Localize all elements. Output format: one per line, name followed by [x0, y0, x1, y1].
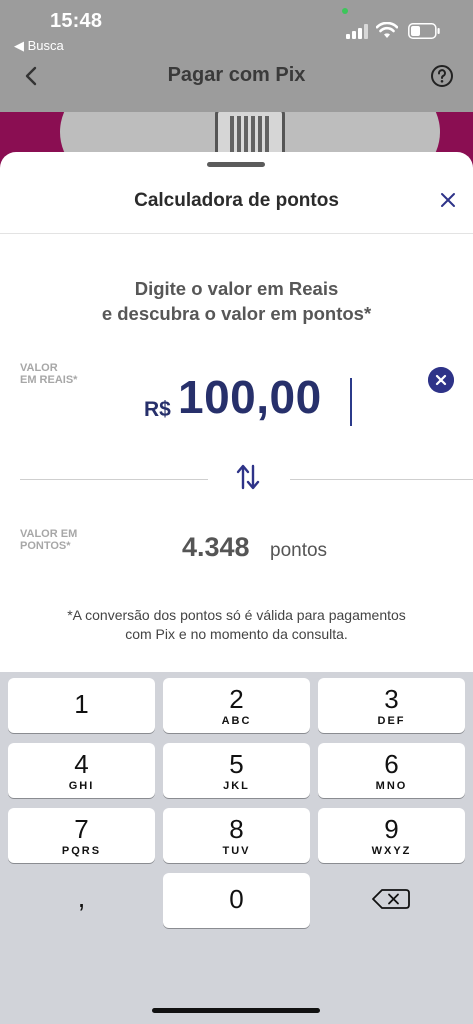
key-digit: 4	[74, 749, 89, 779]
key-9[interactable]: 9 WXYZ	[318, 808, 465, 863]
help-circle-icon[interactable]	[430, 64, 454, 88]
key-3[interactable]: 3 DEF	[318, 678, 465, 733]
instruction-line-1: Digite o valor em Reais	[134, 278, 339, 299]
divider-left	[20, 479, 208, 480]
amount-input[interactable]: 100,00	[178, 370, 322, 424]
sheet-grabber[interactable]	[207, 162, 265, 167]
reais-label-line-2: EM REAIS*	[20, 374, 78, 386]
home-indicator	[152, 1008, 320, 1013]
key-letters: JKL	[223, 780, 250, 792]
points-calculator-sheet: Calculadora de pontos Digite o valor em …	[0, 152, 473, 672]
key-0[interactable]: 0	[163, 873, 310, 928]
nav-title: Pagar com Pix	[167, 64, 306, 86]
battery-icon	[408, 23, 440, 39]
status-time: 15:48	[50, 10, 103, 32]
instruction-text: Digite o valor em Reais e descubra o val…	[0, 276, 473, 326]
top-bar: 15:48 ◀ Busca Pagar com Pix	[0, 0, 473, 112]
key-comma[interactable]: ,	[8, 870, 155, 925]
points-label-line-1: VALOR EM	[20, 528, 78, 540]
disclaimer-line-1: *A conversão dos pontos só é válida para…	[67, 607, 406, 623]
status-back-app[interactable]: ◀ Busca	[14, 38, 64, 54]
sheet-title: Calculadora de pontos	[134, 190, 339, 211]
numeric-keyboard: 1 2 ABC 3 DEF 4 GHI 5 JKL 6 MNO 7 PQRS 8…	[0, 672, 473, 1024]
instruction-line-2: e descubra o valor em pontos*	[101, 303, 372, 324]
backspace-icon[interactable]	[318, 870, 465, 925]
swap-vertical-icon[interactable]	[234, 462, 262, 492]
disclaimer-text: *A conversão dos pontos só é válida para…	[0, 606, 473, 644]
clear-circle-icon[interactable]	[428, 367, 454, 393]
key-8[interactable]: 8 TUV	[163, 808, 310, 863]
key-letters: PQRS	[61, 845, 102, 857]
key-letters: WXYZ	[371, 845, 412, 857]
key-digit: 1	[74, 689, 89, 719]
close-icon[interactable]	[438, 190, 458, 210]
points-value: 4.348	[182, 532, 250, 562]
key-letters: TUV	[222, 845, 251, 857]
text-cursor	[350, 378, 352, 426]
key-2[interactable]: 2 ABC	[163, 678, 310, 733]
key-digit: 0	[229, 884, 244, 914]
reais-label-line-1: VALOR	[20, 362, 58, 374]
disclaimer-line-2: com Pix e no momento da consulta.	[125, 626, 348, 642]
divider-right	[290, 479, 473, 480]
reais-label: VALOR EM REAIS*	[20, 362, 77, 386]
key-5[interactable]: 5 JKL	[163, 743, 310, 798]
privacy-indicator	[342, 8, 348, 14]
key-letters: ABC	[221, 715, 252, 727]
key-letters: MNO	[375, 780, 408, 792]
points-label: VALOR EM PONTOS*	[20, 528, 77, 552]
points-unit: pontos	[270, 540, 328, 561]
key-4[interactable]: 4 GHI	[8, 743, 155, 798]
key-digit: 3	[384, 684, 399, 714]
key-digit: 9	[384, 814, 399, 844]
header-divider	[0, 233, 473, 234]
points-label-line-2: PONTOS*	[20, 540, 71, 552]
signal-icon	[346, 24, 368, 39]
key-digit: 5	[229, 749, 244, 779]
key-digit: 7	[74, 814, 89, 844]
key-7[interactable]: 7 PQRS	[8, 808, 155, 863]
key-digit: 8	[229, 814, 244, 844]
key-1[interactable]: 1	[8, 678, 155, 733]
wifi-icon	[376, 22, 398, 38]
currency-symbol: R$	[144, 398, 171, 421]
key-digit: 6	[384, 749, 399, 779]
key-letters: DEF	[377, 715, 406, 727]
key-6[interactable]: 6 MNO	[318, 743, 465, 798]
key-digit: 2	[229, 684, 244, 714]
key-letters: GHI	[68, 780, 95, 792]
